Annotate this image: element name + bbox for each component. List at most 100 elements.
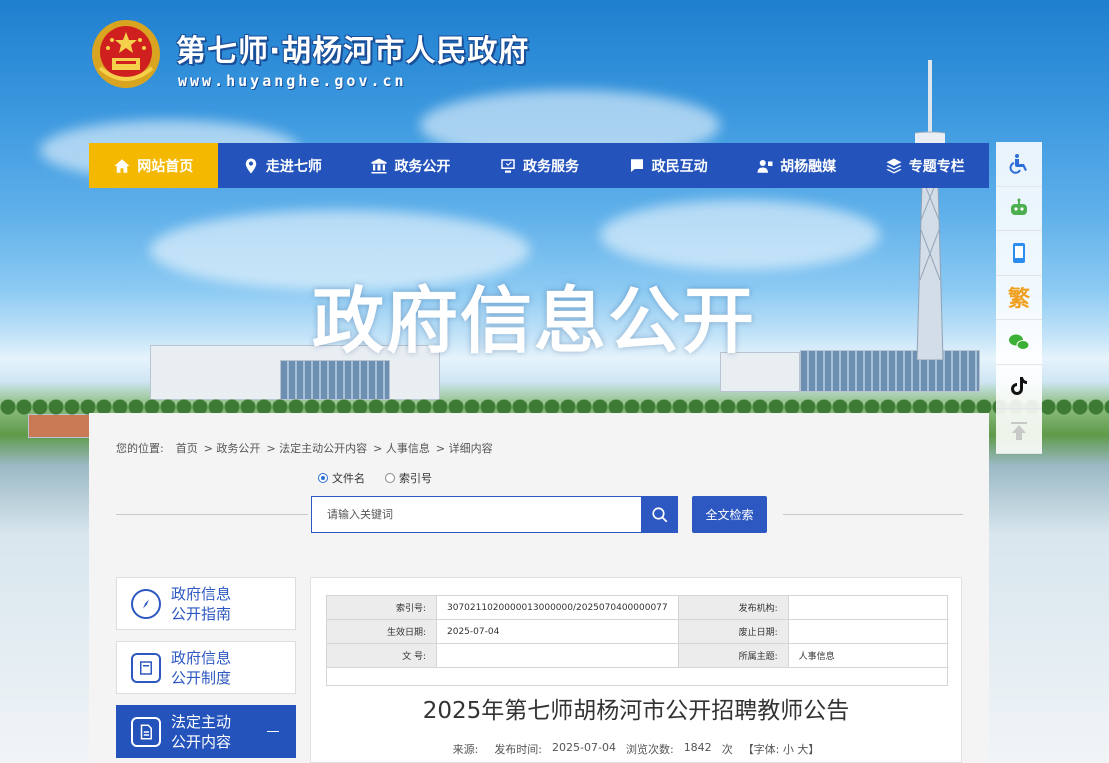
mobile-icon <box>1013 242 1025 263</box>
nav-item-services[interactable]: 政务服务 <box>475 143 604 188</box>
full-text-search-button[interactable]: 全文检索 <box>692 496 767 533</box>
chat-icon <box>630 158 643 172</box>
views-label: 浏览次数: <box>625 743 674 756</box>
meta-value: 2025-07-04 <box>436 619 679 644</box>
sidebar-item-label: 法定主动 公开内容 <box>171 712 231 752</box>
back-to-top-button[interactable] <box>996 409 1042 454</box>
main-nav: 网站首页 走进七师 政务公开 政务服务 政民互动 胡杨融媒 专题专栏 <box>89 143 989 188</box>
radio-filename[interactable]: 文件名 <box>318 470 365 486</box>
collapse-icon[interactable] <box>267 731 279 732</box>
ai-assistant-button[interactable] <box>996 187 1042 231</box>
radio-label: 文件名 <box>332 472 365 485</box>
metadata-table-footer <box>326 667 948 686</box>
breadcrumb-link[interactable]: > 法定主动公开内容 <box>266 440 367 456</box>
robot-icon <box>1011 198 1027 216</box>
breadcrumb-link[interactable]: > 政务公开 <box>204 440 261 456</box>
tv-tower <box>915 60 945 360</box>
table-row: 文 号: 所属主题: 人事信息 <box>326 643 949 668</box>
radio-dot[interactable] <box>385 473 395 483</box>
label-line: 政府信息 <box>171 648 232 667</box>
radio-dot[interactable] <box>318 473 328 483</box>
breadcrumb-link[interactable]: > 详细内容 <box>436 440 493 456</box>
nav-label: 政务服务 <box>523 158 580 175</box>
published-label: 发布时间: <box>494 743 543 756</box>
sidebar-item-mandatory-disclosure[interactable]: 法定主动 公开内容 <box>116 705 296 758</box>
meta-key: 所属主题: <box>677 643 789 668</box>
meta-key: 文 号: <box>326 643 437 668</box>
published-date: 2025-07-04 <box>552 741 616 754</box>
building-icon <box>371 158 387 173</box>
service-icon <box>501 158 515 173</box>
search-type-radios: 文件名 索引号 <box>318 470 432 486</box>
location-icon <box>245 158 257 173</box>
radio-label: 索引号 <box>399 472 432 485</box>
article-title: 2025年第七师胡杨河市公开招聘教师公告 <box>422 698 850 724</box>
sidebar-item-label: 政府信息 公开制度 <box>171 648 231 688</box>
accessibility-icon <box>1009 153 1027 174</box>
search-icon <box>651 506 667 522</box>
traditional-chinese-button[interactable]: 繁 <box>996 276 1042 320</box>
font-size-toggle[interactable]: 【字体: 小 大】 <box>743 741 820 757</box>
compass-icon <box>131 588 161 619</box>
nav-label: 走进七师 <box>265 158 322 175</box>
views-unit: 次 <box>721 743 733 756</box>
article-panel: 索引号: 3070211020000013000000/202507040000… <box>310 577 962 763</box>
document-icon <box>131 716 161 747</box>
divider <box>116 514 308 515</box>
nav-label: 政务公开 <box>394 158 451 175</box>
nav-item-about[interactable]: 走进七师 <box>218 143 347 188</box>
site-url[interactable]: www.huyanghe.gov.cn <box>178 72 407 90</box>
main-content: 您的位置: 首页 > 政务公开 > 法定主动公开内容 > 人事信息 > 详细内容… <box>89 413 989 763</box>
cloud <box>600 200 880 270</box>
meta-key: 发布机构: <box>677 595 789 620</box>
nav-label: 政民互动 <box>651 158 708 175</box>
label-line: 公开内容 <box>171 732 232 751</box>
hero-title: 政府信息公开 <box>312 279 757 363</box>
national-emblem-logo[interactable] <box>90 18 162 90</box>
meta-value: 人事信息 <box>787 643 949 668</box>
breadcrumb-prefix: 您的位置: <box>116 442 164 455</box>
breadcrumb-link[interactable]: 首页 <box>176 440 198 456</box>
site-title[interactable]: 第七师·胡杨河市人民政府 <box>176 26 529 70</box>
search-input[interactable]: 请输入关键词 <box>311 496 677 533</box>
wechat-icon <box>1009 334 1030 350</box>
meta-key: 生效日期: <box>326 619 437 644</box>
tiktok-icon <box>1011 377 1027 396</box>
search-button[interactable] <box>641 496 678 533</box>
nav-label: 专题专栏 <box>908 158 965 175</box>
source-label: 来源: <box>452 743 479 756</box>
sidebar-item-system[interactable]: 政府信息 公开制度 <box>116 641 296 694</box>
meta-key: 索引号: <box>326 595 437 620</box>
nav-item-media[interactable]: 胡杨融媒 <box>732 143 861 188</box>
nav-item-topics[interactable]: 专题专栏 <box>860 143 989 188</box>
label-line: 公开指南 <box>171 604 232 623</box>
divider <box>783 514 963 515</box>
accessibility-button[interactable] <box>996 142 1042 187</box>
meta-value <box>436 643 679 668</box>
label-line: 公开制度 <box>171 668 232 687</box>
building <box>28 414 90 438</box>
nav-item-home[interactable]: 网站首页 <box>89 143 218 188</box>
floating-toolbar: 繁 <box>996 142 1042 454</box>
label-line: 政府信息 <box>171 584 232 603</box>
home-icon <box>114 158 130 173</box>
breadcrumb: 您的位置: 首页 > 政务公开 > 法定主动公开内容 > 人事信息 > 详细内容 <box>116 440 493 456</box>
meta-value: 3070211020000013000000/2025070400000077 <box>436 595 679 620</box>
nav-label: 胡杨融媒 <box>780 158 837 175</box>
nav-item-gov-affairs[interactable]: 政务公开 <box>346 143 475 188</box>
layers-icon <box>886 158 902 173</box>
sidebar-item-label: 政府信息 公开指南 <box>171 584 231 624</box>
tiktok-button[interactable] <box>996 365 1042 409</box>
mobile-version-button[interactable] <box>996 231 1042 276</box>
meta-value <box>787 595 949 620</box>
label-line: 法定主动 <box>171 712 232 731</box>
back-to-top-icon <box>1011 421 1027 440</box>
meta-value <box>787 619 949 644</box>
radio-index-number[interactable]: 索引号 <box>385 470 432 486</box>
breadcrumb-link[interactable]: > 人事信息 <box>373 440 430 456</box>
wechat-button[interactable] <box>996 320 1042 365</box>
sidebar-item-guide[interactable]: 政府信息 公开指南 <box>116 577 296 630</box>
nav-item-interaction[interactable]: 政民互动 <box>603 143 732 188</box>
views-count: 1842 <box>683 741 712 754</box>
table-row: 生效日期: 2025-07-04 废止日期: <box>326 619 949 644</box>
